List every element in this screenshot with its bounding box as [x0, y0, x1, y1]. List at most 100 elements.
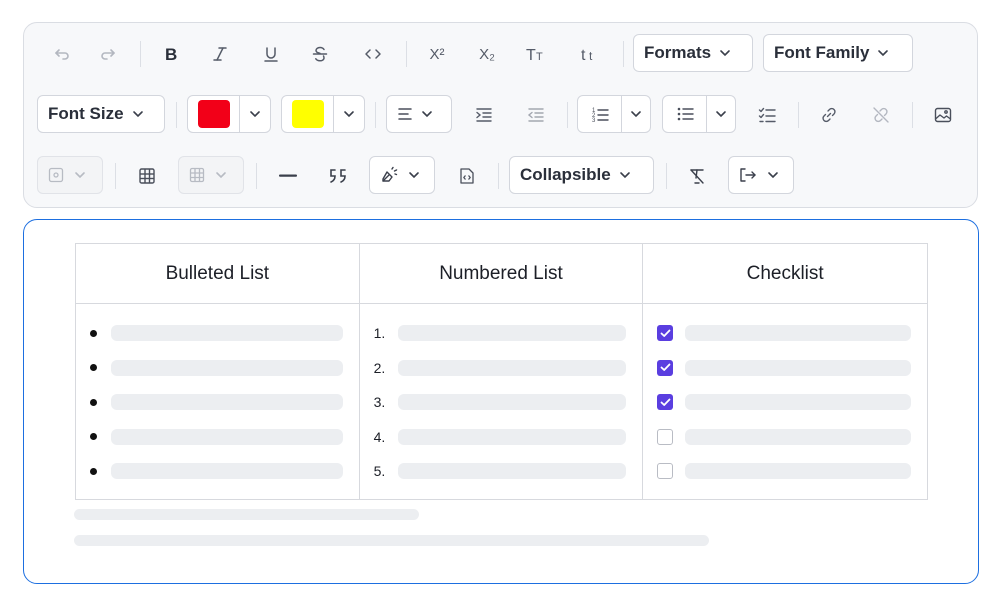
font-family-label: Font Family — [774, 43, 870, 62]
list-item[interactable] — [76, 351, 359, 386]
checkbox[interactable] — [657, 428, 674, 445]
checklist-item[interactable] — [643, 385, 927, 420]
text-placeholder — [111, 463, 343, 480]
checkbox[interactable] — [657, 325, 674, 342]
bullet-icon — [90, 364, 97, 372]
text-placeholder — [111, 325, 343, 342]
strikethrough-icon[interactable] — [304, 34, 336, 74]
image-settings-dropdown[interactable] — [37, 156, 103, 194]
image-icon[interactable] — [927, 95, 959, 135]
blockquote-icon[interactable] — [322, 156, 354, 196]
list-number: 2. — [373, 359, 386, 376]
collapsible-dropdown[interactable]: Collapsible — [509, 156, 654, 194]
checklist-item[interactable] — [643, 316, 927, 351]
align-dropdown[interactable] — [386, 95, 452, 133]
text-placeholder — [685, 428, 911, 445]
numbered-list-cell[interactable]: 1. 2. 3. 4. 5. — [358, 303, 644, 500]
undo-icon[interactable] — [46, 34, 78, 74]
chevron-down-icon — [216, 172, 226, 179]
list-number: 5. — [373, 463, 386, 480]
font-family-dropdown[interactable]: Font Family — [763, 34, 913, 72]
superscript-icon[interactable]: X² — [421, 34, 453, 74]
checkbox[interactable] — [657, 359, 674, 376]
svg-text:T: T — [526, 47, 536, 63]
italic-icon[interactable] — [204, 34, 236, 74]
unlink-icon[interactable] — [865, 95, 897, 135]
export-dropdown[interactable] — [728, 156, 794, 194]
text-placeholder — [111, 359, 343, 376]
list-item[interactable]: 3. — [360, 385, 643, 420]
list-item[interactable] — [76, 420, 359, 455]
highlight-color-swatch[interactable] — [291, 100, 324, 128]
indent-icon[interactable] — [468, 95, 500, 135]
outdent-icon[interactable] — [520, 95, 552, 135]
editor-content-area[interactable]: Bulleted List Numbered List Checklist 1.… — [23, 219, 979, 584]
collapsible-label: Collapsible — [520, 165, 611, 184]
font-size-label: Font Size — [48, 104, 124, 123]
table-settings-dropdown[interactable] — [178, 156, 244, 194]
column-header-checklist[interactable]: Checklist — [642, 243, 928, 304]
svg-text:t: t — [589, 49, 593, 63]
bullet-icon — [90, 398, 97, 406]
highlight-color-picker[interactable] — [281, 95, 365, 133]
table-icon[interactable] — [131, 156, 163, 196]
chevron-down-icon[interactable] — [249, 108, 261, 120]
chevron-down-icon[interactable] — [343, 108, 355, 120]
text-placeholder — [111, 394, 343, 411]
text-placeholder — [397, 463, 627, 480]
chevron-down-icon[interactable] — [630, 108, 642, 120]
chevron-down-icon — [878, 50, 889, 57]
text-color-swatch[interactable] — [197, 100, 230, 128]
code-block-icon[interactable] — [451, 156, 483, 196]
list-item[interactable]: 4. — [360, 420, 643, 455]
underline-icon[interactable] — [255, 34, 287, 74]
formats-dropdown[interactable]: Formats — [633, 34, 753, 72]
bulleted-list-dropdown[interactable] — [662, 95, 736, 133]
list-item[interactable]: 2. — [360, 351, 643, 386]
chevron-down-icon — [132, 111, 143, 118]
font-size-dropdown[interactable]: Font Size — [37, 95, 165, 133]
checklist-cell[interactable] — [642, 303, 928, 500]
checklist-item[interactable] — [643, 420, 927, 455]
uppercase-icon[interactable]: TT — [520, 34, 552, 74]
list-item[interactable] — [76, 454, 359, 489]
subscript-icon[interactable]: X₂ — [471, 34, 503, 74]
list-item[interactable] — [76, 316, 359, 351]
checklist-icon[interactable] — [751, 95, 783, 135]
column-header-numbered[interactable]: Numbered List — [358, 243, 644, 304]
checklist-item[interactable] — [643, 351, 927, 386]
list-number: 1. — [373, 325, 386, 342]
column-header-bulleted[interactable]: Bulleted List — [75, 243, 360, 304]
bold-icon[interactable]: B — [155, 34, 187, 74]
text-placeholder — [685, 359, 911, 376]
bullet-icon — [90, 467, 97, 475]
numbered-list-icon: 123 — [592, 108, 609, 123]
list-item[interactable]: 5. — [360, 454, 643, 489]
checklist-item[interactable] — [643, 454, 927, 489]
bulleted-list-cell[interactable] — [75, 303, 360, 500]
bulleted-list-icon — [677, 107, 694, 121]
lists-table[interactable]: Bulleted List Numbered List Checklist 1.… — [75, 243, 928, 500]
text-placeholder — [397, 394, 627, 411]
chevron-down-icon — [422, 111, 432, 118]
text-placeholder — [685, 463, 911, 480]
lowercase-icon[interactable]: tt — [574, 34, 606, 74]
text-color-picker[interactable] — [187, 95, 271, 133]
redo-icon[interactable] — [92, 34, 124, 74]
list-item[interactable] — [76, 385, 359, 420]
numbered-list-dropdown[interactable]: 123 — [577, 95, 651, 133]
checkbox[interactable] — [657, 463, 674, 480]
clear-style-dropdown[interactable] — [369, 156, 435, 194]
list-item[interactable]: 1. — [360, 316, 643, 351]
align-icon — [398, 108, 412, 120]
horizontal-rule-icon[interactable] — [272, 156, 304, 196]
code-icon[interactable] — [357, 34, 389, 74]
link-icon[interactable] — [813, 95, 845, 135]
text-placeholder — [397, 359, 627, 376]
clear-formatting-icon[interactable] — [681, 156, 713, 196]
chevron-down-icon — [409, 172, 419, 179]
paragraph-placeholder-line — [74, 509, 419, 520]
chevron-down-icon[interactable] — [715, 108, 727, 120]
checkbox[interactable] — [657, 394, 674, 411]
list-number: 4. — [373, 428, 386, 445]
